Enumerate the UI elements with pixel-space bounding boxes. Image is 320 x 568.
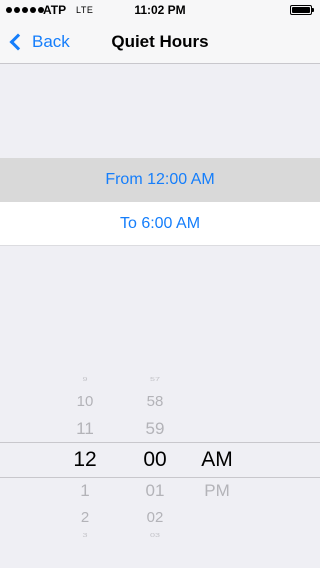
hour-option: 10	[76, 393, 94, 410]
minute-option: 57	[149, 376, 160, 382]
minute-option: 02	[146, 509, 164, 526]
hour-option-selected: 12	[73, 448, 97, 471]
hour-option: 2	[80, 509, 90, 526]
navigation-bar: Back Quiet Hours	[0, 20, 320, 64]
minute-option: 03	[149, 532, 160, 538]
minute-option: 01	[145, 481, 165, 500]
page-title: Quiet Hours	[111, 32, 209, 51]
to-time-row[interactable]: To 6:00 AM	[0, 202, 320, 246]
minute-option: 58	[146, 393, 164, 410]
period-option: PM	[204, 481, 230, 500]
minute-option: 59	[145, 419, 165, 438]
period-option-selected: AM	[201, 448, 233, 471]
battery-level	[292, 7, 310, 13]
from-time-row[interactable]: From 12:00 AM	[0, 158, 320, 202]
battery-icon	[290, 5, 314, 15]
minute-option-selected: 00	[143, 448, 167, 471]
status-bar: ATP LTE 11:02 PM	[0, 0, 320, 20]
quiet-hours-screen: ATP LTE 11:02 PM Back Quiet Hours From 1…	[0, 0, 320, 568]
hour-option: 11	[76, 419, 94, 438]
hour-option: 1	[80, 481, 90, 500]
status-time: 11:02 PM	[134, 3, 186, 17]
hour-option: 9	[82, 376, 88, 382]
time-picker: 9 10 11 12 1 2 3 57 58 59 00 01 02 03 AM…	[0, 370, 320, 548]
hour-option: 3	[82, 532, 88, 538]
